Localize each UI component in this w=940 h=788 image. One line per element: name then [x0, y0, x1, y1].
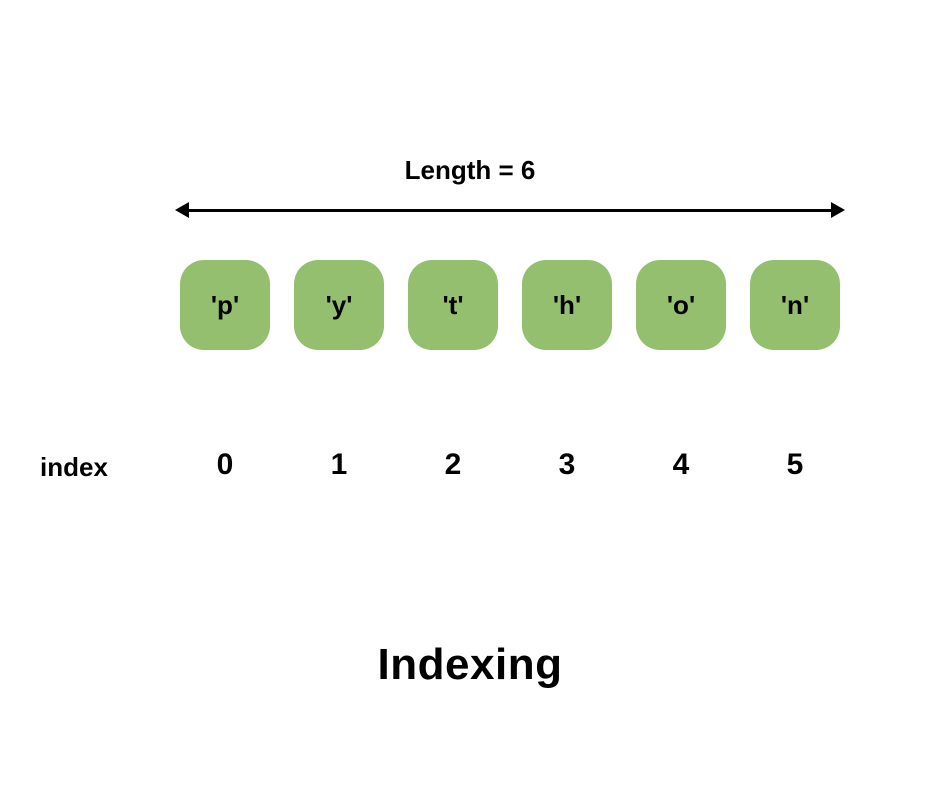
- index-2: 2: [408, 448, 498, 482]
- arrow-line: [183, 209, 837, 212]
- cell-0: 'p': [180, 260, 270, 350]
- index-1: 1: [294, 448, 384, 482]
- cell-1: 'y': [294, 260, 384, 350]
- index-3: 3: [522, 448, 612, 482]
- index-label: index: [40, 452, 108, 483]
- arrow-right-icon: [831, 202, 845, 218]
- cell-3: 'h': [522, 260, 612, 350]
- index-0: 0: [180, 448, 270, 482]
- cells-row: 'p' 'y' 't' 'h' 'o' 'n': [180, 260, 840, 350]
- length-arrow: [175, 200, 845, 220]
- cell-4: 'o': [636, 260, 726, 350]
- index-4: 4: [636, 448, 726, 482]
- diagram-title: Indexing: [378, 640, 563, 690]
- cell-2: 't': [408, 260, 498, 350]
- cell-5: 'n': [750, 260, 840, 350]
- index-5: 5: [750, 448, 840, 482]
- length-label: Length = 6: [405, 155, 536, 186]
- indices-row: 0 1 2 3 4 5: [180, 448, 840, 482]
